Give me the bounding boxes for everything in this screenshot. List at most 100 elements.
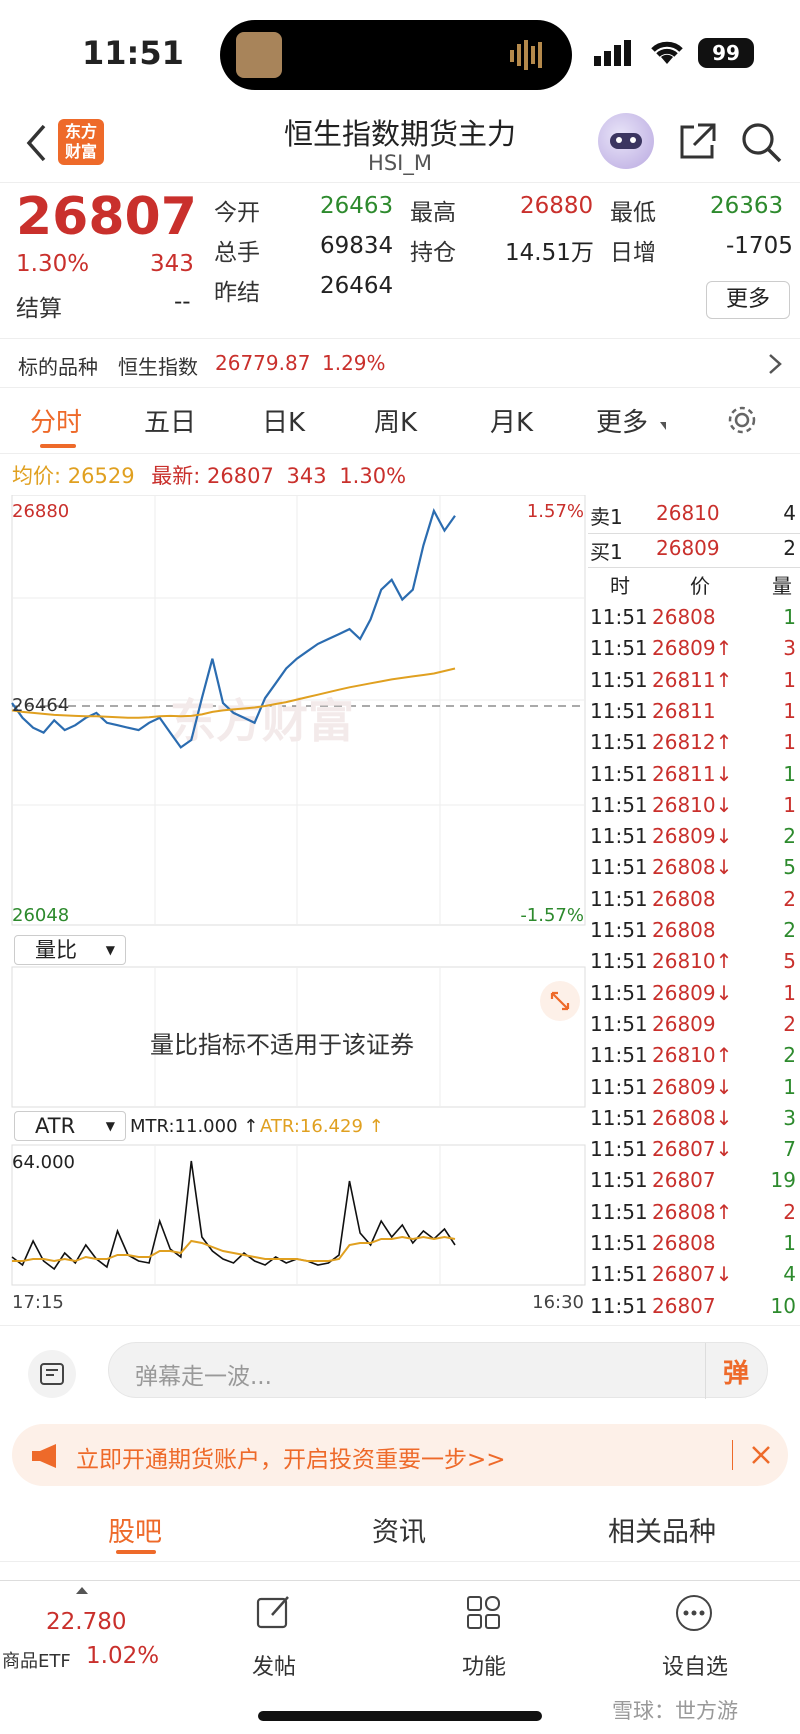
- field-label: 最高: [410, 200, 456, 226]
- axis-label: 26464: [12, 695, 69, 716]
- field-label: 今开: [214, 200, 260, 226]
- more-button[interactable]: 更多: [706, 281, 790, 319]
- watchlist-button[interactable]: 设自选: [652, 1649, 738, 1681]
- tick-row: 11:51 26809↓ 1: [588, 979, 800, 1010]
- chevron-right-icon: [769, 354, 782, 374]
- etf-widget[interactable]: 22.780 商品ETF 1.02%: [0, 1587, 160, 1677]
- time-end-label: 16:30: [532, 1292, 584, 1313]
- more-dots-icon[interactable]: [674, 1593, 714, 1633]
- chart-svg: 东方财富 26880 26464 26048 1.57% -1.57% 64.000 17:1…: [11, 494, 586, 1313]
- assistant-robot-icon[interactable]: [598, 113, 654, 169]
- tick-row: 11:51 26807 10: [588, 1292, 800, 1323]
- tick-qty: 1: [783, 730, 796, 755]
- tab-news[interactable]: 资讯: [372, 1510, 426, 1549]
- col-qty: 量: [772, 574, 792, 598]
- latest-change: 343: [286, 464, 327, 488]
- tick-price: 26809↓: [652, 824, 733, 849]
- tick-row: 11:51 26807↓ 4: [588, 1260, 800, 1291]
- settings-gear-icon[interactable]: [726, 404, 758, 436]
- tab-forum[interactable]: 股吧: [108, 1510, 162, 1549]
- avg-value: 26529: [67, 464, 135, 488]
- price-summary: 均价: 26529 最新: 26807 343 1.30%: [12, 460, 406, 490]
- status-bar: 11:51 99: [0, 0, 800, 105]
- indicator-select-atr[interactable]: ATR ▼: [14, 1111, 126, 1141]
- tab-daily-k[interactable]: 日K: [262, 402, 305, 439]
- tick-row: 11:51 26810↑ 5: [588, 947, 800, 978]
- tick-row: 11:51 26808 1: [588, 1229, 800, 1260]
- danmu-input[interactable]: 弹幕走一波... 弹: [108, 1342, 768, 1399]
- tick-qty: 5: [783, 855, 796, 880]
- battery-icon: 99: [698, 38, 754, 68]
- function-button[interactable]: 功能: [452, 1649, 516, 1681]
- bid-price: 26809: [656, 536, 720, 560]
- tab-intraday[interactable]: 分时: [30, 402, 82, 439]
- tick-price: 26807: [652, 1293, 716, 1318]
- tick-time: 11:51: [590, 1293, 648, 1318]
- tick-qty: 3: [783, 1105, 796, 1130]
- source-watermark: 雪球：世方游: [612, 1699, 738, 1723]
- tick-qty: 7: [783, 1137, 796, 1162]
- search-icon[interactable]: [740, 121, 784, 165]
- tick-qty: 10: [770, 1293, 796, 1318]
- tick-time: 11:51: [590, 1231, 648, 1255]
- tick-time: 11:51: [590, 886, 648, 911]
- atr-indicator-label: ATR: [35, 1114, 76, 1138]
- caret-up-icon: [76, 1587, 88, 1594]
- underlying-row[interactable]: 标的品种 恒生指数 26779.87 1.29%: [0, 338, 800, 388]
- field-value: 26464: [320, 273, 394, 299]
- tab-five-day[interactable]: 五日: [144, 402, 196, 439]
- field-label: 日增: [610, 240, 656, 266]
- tab-monthly-k[interactable]: 月K: [490, 402, 533, 439]
- tick-price: 26809↓: [652, 980, 733, 1005]
- promo-banner[interactable]: 立即开通期货账户，开启投资重要一步>>: [12, 1424, 788, 1486]
- bottom-bar: 22.780 商品ETF 1.02% 发帖 功能 设自选 雪球：世方游: [0, 1580, 800, 1734]
- tick-row: 11:51 26812↑ 1: [588, 728, 800, 759]
- tick-row: 11:51 26809↓ 1: [588, 1073, 800, 1104]
- tab-weekly-k[interactable]: 周K: [374, 402, 417, 439]
- tick-time: 11:51: [590, 1137, 648, 1162]
- tick-row: 11:51 26811↓ 1: [588, 760, 800, 791]
- grid-icon[interactable]: [464, 1593, 504, 1633]
- tick-time: 11:51: [590, 1105, 648, 1130]
- dynamic-island: [220, 20, 572, 90]
- bid-label: 买1: [590, 540, 623, 564]
- tick-time: 11:51: [590, 855, 648, 880]
- indicator-select-volume-ratio[interactable]: 量比 ▼: [14, 935, 126, 965]
- tick-price: 26810↑: [652, 1043, 733, 1068]
- post-button[interactable]: 发帖: [242, 1649, 306, 1681]
- danmu-settings-icon[interactable]: [28, 1350, 76, 1398]
- tick-price: 26807↓: [652, 1137, 733, 1162]
- indicator-message: 量比指标不适用于该证券: [150, 1031, 414, 1059]
- tick-price: 26808: [652, 886, 716, 911]
- tick-price: 26808: [652, 1231, 716, 1255]
- tick-row: 11:51 26807↓ 7: [588, 1135, 800, 1166]
- expand-icon[interactable]: [540, 981, 580, 1021]
- tick-qty: 2: [783, 1043, 796, 1068]
- tick-time: 11:51: [590, 730, 648, 755]
- atr-panel-frame: [11, 1144, 586, 1286]
- tick-qty: 2: [783, 886, 796, 911]
- etf-price: 22.780: [46, 1609, 127, 1635]
- close-icon[interactable]: [750, 1444, 772, 1466]
- content-tabs: 股吧 资讯 相关品种: [0, 1494, 800, 1562]
- chart-area[interactable]: 东方财富 26880 26464 26048 1.57% -1.57% 64.000 17:1…: [0, 494, 588, 1320]
- tick-price: 26808: [652, 605, 716, 629]
- danmu-send-button[interactable]: 弹: [723, 1353, 749, 1390]
- tick-time: 11:51: [590, 792, 648, 817]
- tick-time: 11:51: [590, 605, 648, 629]
- wifi-icon: [651, 41, 683, 64]
- tick-qty: 1: [783, 980, 796, 1005]
- tick-row: 11:51 26811 1: [588, 697, 800, 728]
- field-label: 持仓: [410, 240, 456, 266]
- tab-related[interactable]: 相关品种: [608, 1510, 716, 1549]
- tab-more[interactable]: 更多: [596, 402, 648, 439]
- album-art-icon: [236, 32, 282, 78]
- share-icon[interactable]: [676, 121, 718, 163]
- tick-price: 26809: [652, 1011, 716, 1036]
- axis-label: 26880: [12, 501, 69, 522]
- field-label: 昨结: [214, 280, 260, 306]
- atr-top-label: 64.000: [12, 1152, 75, 1173]
- tick-price: 26808↓: [652, 1105, 733, 1130]
- edit-icon[interactable]: [254, 1593, 294, 1633]
- ask-label: 卖1: [590, 505, 623, 529]
